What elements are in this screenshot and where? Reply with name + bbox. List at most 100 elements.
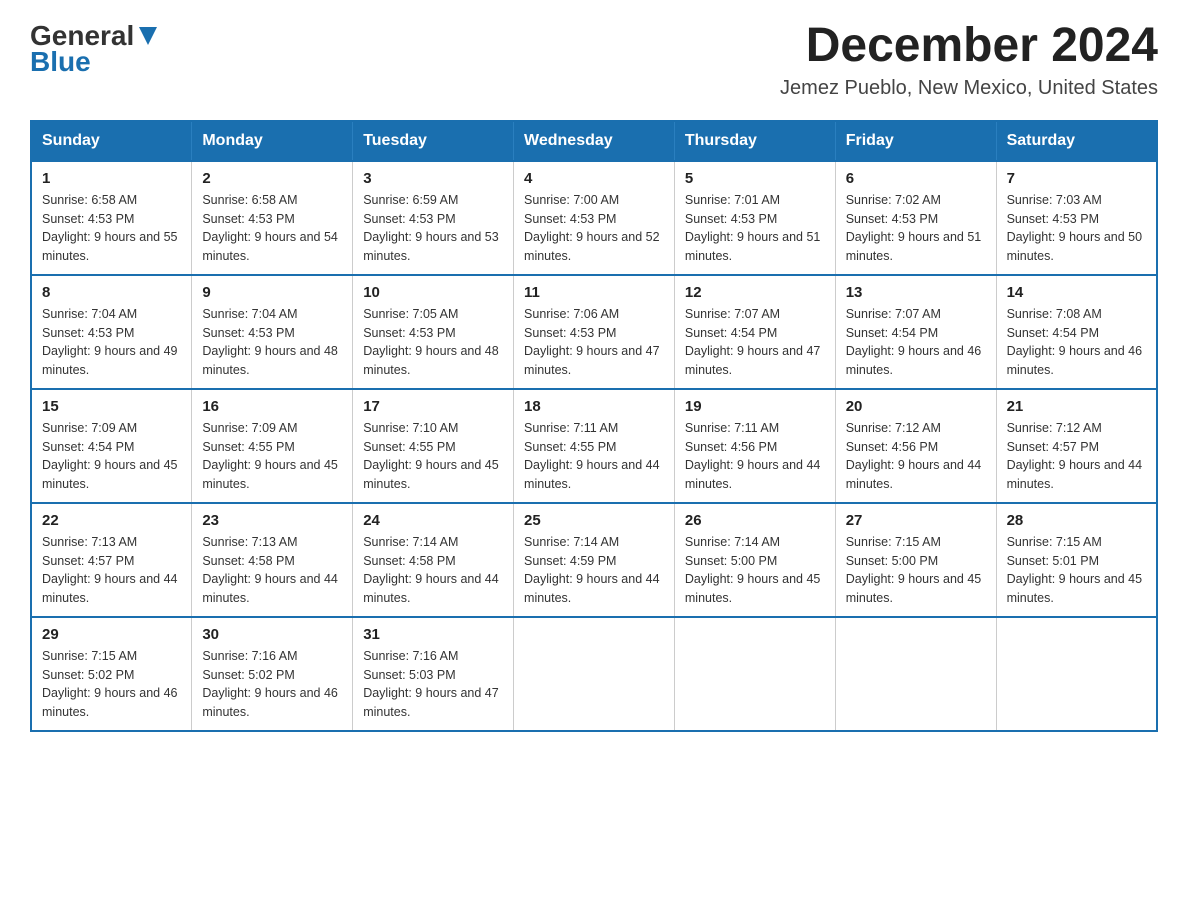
table-row: [835, 617, 996, 731]
calendar-header-row: Sunday Monday Tuesday Wednesday Thursday…: [31, 121, 1157, 161]
day-info: Sunrise: 7:04 AM Sunset: 4:53 PM Dayligh…: [202, 305, 342, 380]
logo: General Blue: [30, 20, 161, 78]
table-row: 21 Sunrise: 7:12 AM Sunset: 4:57 PM Dayl…: [996, 389, 1157, 503]
table-row: 19 Sunrise: 7:11 AM Sunset: 4:56 PM Dayl…: [674, 389, 835, 503]
col-thursday: Thursday: [674, 121, 835, 161]
table-row: 12 Sunrise: 7:07 AM Sunset: 4:54 PM Dayl…: [674, 275, 835, 389]
day-info: Sunrise: 7:12 AM Sunset: 4:57 PM Dayligh…: [1007, 419, 1146, 494]
day-info: Sunrise: 7:05 AM Sunset: 4:53 PM Dayligh…: [363, 305, 503, 380]
day-info: Sunrise: 7:14 AM Sunset: 4:58 PM Dayligh…: [363, 533, 503, 608]
day-info: Sunrise: 7:13 AM Sunset: 4:58 PM Dayligh…: [202, 533, 342, 608]
day-number: 17: [363, 398, 503, 415]
col-monday: Monday: [192, 121, 353, 161]
day-number: 7: [1007, 170, 1146, 187]
month-title: December 2024: [780, 20, 1158, 73]
col-wednesday: Wednesday: [514, 121, 675, 161]
table-row: 26 Sunrise: 7:14 AM Sunset: 5:00 PM Dayl…: [674, 503, 835, 617]
page-header: General Blue December 2024 Jemez Pueblo,…: [30, 20, 1158, 100]
day-number: 18: [524, 398, 664, 415]
day-number: 9: [202, 284, 342, 301]
day-info: Sunrise: 6:58 AM Sunset: 4:53 PM Dayligh…: [202, 191, 342, 266]
day-info: Sunrise: 7:14 AM Sunset: 4:59 PM Dayligh…: [524, 533, 664, 608]
logo-flag-icon: [137, 25, 159, 47]
calendar-week-row: 29 Sunrise: 7:15 AM Sunset: 5:02 PM Dayl…: [31, 617, 1157, 731]
day-number: 2: [202, 170, 342, 187]
day-info: Sunrise: 7:15 AM Sunset: 5:01 PM Dayligh…: [1007, 533, 1146, 608]
day-info: Sunrise: 7:12 AM Sunset: 4:56 PM Dayligh…: [846, 419, 986, 494]
table-row: 23 Sunrise: 7:13 AM Sunset: 4:58 PM Dayl…: [192, 503, 353, 617]
day-info: Sunrise: 7:04 AM Sunset: 4:53 PM Dayligh…: [42, 305, 181, 380]
day-number: 5: [685, 170, 825, 187]
col-tuesday: Tuesday: [353, 121, 514, 161]
day-info: Sunrise: 7:01 AM Sunset: 4:53 PM Dayligh…: [685, 191, 825, 266]
day-info: Sunrise: 7:03 AM Sunset: 4:53 PM Dayligh…: [1007, 191, 1146, 266]
calendar-week-row: 15 Sunrise: 7:09 AM Sunset: 4:54 PM Dayl…: [31, 389, 1157, 503]
table-row: 8 Sunrise: 7:04 AM Sunset: 4:53 PM Dayli…: [31, 275, 192, 389]
day-number: 1: [42, 170, 181, 187]
table-row: 2 Sunrise: 6:58 AM Sunset: 4:53 PM Dayli…: [192, 161, 353, 275]
table-row: 24 Sunrise: 7:14 AM Sunset: 4:58 PM Dayl…: [353, 503, 514, 617]
day-info: Sunrise: 7:09 AM Sunset: 4:54 PM Dayligh…: [42, 419, 181, 494]
col-friday: Friday: [835, 121, 996, 161]
calendar-week-row: 1 Sunrise: 6:58 AM Sunset: 4:53 PM Dayli…: [31, 161, 1157, 275]
day-number: 28: [1007, 512, 1146, 529]
day-info: Sunrise: 7:09 AM Sunset: 4:55 PM Dayligh…: [202, 419, 342, 494]
day-number: 31: [363, 626, 503, 643]
table-row: 17 Sunrise: 7:10 AM Sunset: 4:55 PM Dayl…: [353, 389, 514, 503]
day-info: Sunrise: 7:11 AM Sunset: 4:55 PM Dayligh…: [524, 419, 664, 494]
day-number: 11: [524, 284, 664, 301]
table-row: 4 Sunrise: 7:00 AM Sunset: 4:53 PM Dayli…: [514, 161, 675, 275]
table-row: [996, 617, 1157, 731]
day-number: 3: [363, 170, 503, 187]
table-row: 11 Sunrise: 7:06 AM Sunset: 4:53 PM Dayl…: [514, 275, 675, 389]
day-number: 19: [685, 398, 825, 415]
day-number: 20: [846, 398, 986, 415]
table-row: 25 Sunrise: 7:14 AM Sunset: 4:59 PM Dayl…: [514, 503, 675, 617]
day-number: 23: [202, 512, 342, 529]
table-row: 1 Sunrise: 6:58 AM Sunset: 4:53 PM Dayli…: [31, 161, 192, 275]
table-row: 31 Sunrise: 7:16 AM Sunset: 5:03 PM Dayl…: [353, 617, 514, 731]
table-row: 14 Sunrise: 7:08 AM Sunset: 4:54 PM Dayl…: [996, 275, 1157, 389]
day-info: Sunrise: 7:06 AM Sunset: 4:53 PM Dayligh…: [524, 305, 664, 380]
day-info: Sunrise: 7:11 AM Sunset: 4:56 PM Dayligh…: [685, 419, 825, 494]
table-row: 5 Sunrise: 7:01 AM Sunset: 4:53 PM Dayli…: [674, 161, 835, 275]
day-info: Sunrise: 7:07 AM Sunset: 4:54 PM Dayligh…: [846, 305, 986, 380]
day-info: Sunrise: 7:14 AM Sunset: 5:00 PM Dayligh…: [685, 533, 825, 608]
table-row: 22 Sunrise: 7:13 AM Sunset: 4:57 PM Dayl…: [31, 503, 192, 617]
day-number: 10: [363, 284, 503, 301]
table-row: 6 Sunrise: 7:02 AM Sunset: 4:53 PM Dayli…: [835, 161, 996, 275]
day-number: 22: [42, 512, 181, 529]
table-row: 3 Sunrise: 6:59 AM Sunset: 4:53 PM Dayli…: [353, 161, 514, 275]
day-number: 13: [846, 284, 986, 301]
table-row: [674, 617, 835, 731]
day-number: 15: [42, 398, 181, 415]
day-info: Sunrise: 7:00 AM Sunset: 4:53 PM Dayligh…: [524, 191, 664, 266]
day-info: Sunrise: 7:07 AM Sunset: 4:54 PM Dayligh…: [685, 305, 825, 380]
day-number: 8: [42, 284, 181, 301]
day-number: 27: [846, 512, 986, 529]
table-row: 28 Sunrise: 7:15 AM Sunset: 5:01 PM Dayl…: [996, 503, 1157, 617]
table-row: 20 Sunrise: 7:12 AM Sunset: 4:56 PM Dayl…: [835, 389, 996, 503]
col-saturday: Saturday: [996, 121, 1157, 161]
day-number: 4: [524, 170, 664, 187]
day-info: Sunrise: 6:58 AM Sunset: 4:53 PM Dayligh…: [42, 191, 181, 266]
title-area: December 2024 Jemez Pueblo, New Mexico, …: [780, 20, 1158, 100]
day-number: 30: [202, 626, 342, 643]
day-info: Sunrise: 6:59 AM Sunset: 4:53 PM Dayligh…: [363, 191, 503, 266]
day-info: Sunrise: 7:02 AM Sunset: 4:53 PM Dayligh…: [846, 191, 986, 266]
table-row: 9 Sunrise: 7:04 AM Sunset: 4:53 PM Dayli…: [192, 275, 353, 389]
col-sunday: Sunday: [31, 121, 192, 161]
table-row: [514, 617, 675, 731]
table-row: 7 Sunrise: 7:03 AM Sunset: 4:53 PM Dayli…: [996, 161, 1157, 275]
day-number: 14: [1007, 284, 1146, 301]
day-info: Sunrise: 7:15 AM Sunset: 5:02 PM Dayligh…: [42, 647, 181, 722]
table-row: 30 Sunrise: 7:16 AM Sunset: 5:02 PM Dayl…: [192, 617, 353, 731]
table-row: 15 Sunrise: 7:09 AM Sunset: 4:54 PM Dayl…: [31, 389, 192, 503]
day-number: 26: [685, 512, 825, 529]
calendar-week-row: 22 Sunrise: 7:13 AM Sunset: 4:57 PM Dayl…: [31, 503, 1157, 617]
day-info: Sunrise: 7:10 AM Sunset: 4:55 PM Dayligh…: [363, 419, 503, 494]
table-row: 13 Sunrise: 7:07 AM Sunset: 4:54 PM Dayl…: [835, 275, 996, 389]
table-row: 29 Sunrise: 7:15 AM Sunset: 5:02 PM Dayl…: [31, 617, 192, 731]
day-number: 16: [202, 398, 342, 415]
logo-blue-text: Blue: [30, 46, 91, 78]
